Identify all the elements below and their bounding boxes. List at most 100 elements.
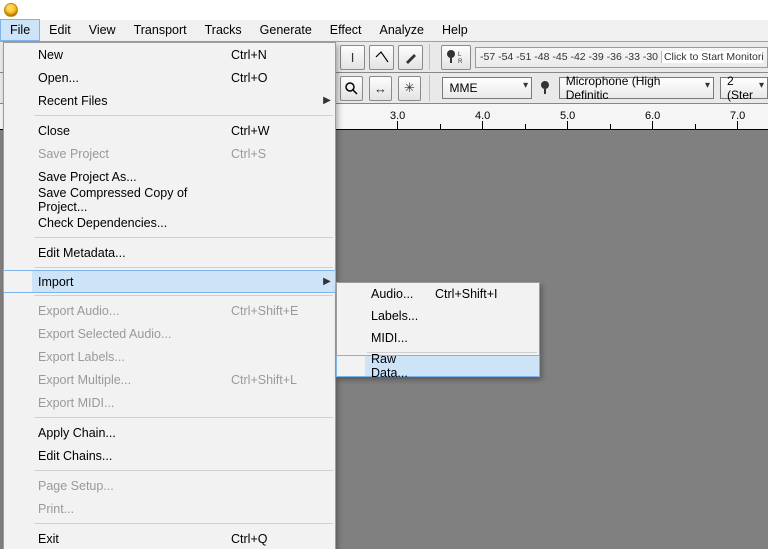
menu-gutter <box>337 305 365 327</box>
menu-tracks[interactable]: Tracks <box>196 20 251 41</box>
import-submenu-item-audio[interactable]: Audio...Ctrl+Shift+I <box>337 283 539 305</box>
file-menu-item-check-dependencies[interactable]: Check Dependencies... <box>4 211 335 234</box>
separator <box>429 75 435 101</box>
menu-edit[interactable]: Edit <box>40 20 80 41</box>
menu-item-label: New <box>32 48 231 62</box>
menu-gutter <box>337 356 365 376</box>
menu-item-label: Save Project <box>32 147 231 161</box>
separator <box>429 44 435 70</box>
file-menu-item-export-labels: Export Labels... <box>4 345 335 368</box>
file-menu-item-export-selected-audio: Export Selected Audio... <box>4 322 335 345</box>
menu-item-shortcut: Ctrl+Q <box>231 532 319 546</box>
menu-gutter <box>4 444 32 467</box>
input-device-select[interactable]: Microphone (High Definitic <box>559 77 714 99</box>
menu-gutter <box>4 322 32 345</box>
file-menu-item-page-setup: Page Setup... <box>4 474 335 497</box>
svg-text:R: R <box>458 59 463 65</box>
menu-gutter <box>4 474 32 497</box>
import-submenu-item-midi[interactable]: MIDI... <box>337 327 539 349</box>
menu-generate[interactable]: Generate <box>251 20 321 41</box>
file-menu-item-export-audio: Export Audio...Ctrl+Shift+E <box>4 299 335 322</box>
file-menu-item-close[interactable]: CloseCtrl+W <box>4 119 335 142</box>
titlebar <box>0 0 768 20</box>
envelope-icon <box>375 50 389 64</box>
menu-analyze[interactable]: Analyze <box>371 20 433 41</box>
menu-item-label: Open... <box>32 71 231 85</box>
menu-gutter <box>4 211 32 234</box>
menu-gutter <box>4 89 32 112</box>
menu-item-label: Print... <box>32 502 231 516</box>
file-menu-item-recent-files[interactable]: Recent Files▶ <box>4 89 335 112</box>
file-menu-item-exit[interactable]: ExitCtrl+Q <box>4 527 335 549</box>
menu-gutter <box>337 283 365 305</box>
import-submenu-item-raw-data[interactable]: Raw Data... <box>336 355 540 377</box>
menu-item-label: Audio... <box>365 287 435 301</box>
menu-item-label: Export Multiple... <box>32 373 231 387</box>
menu-view[interactable]: View <box>80 20 125 41</box>
magnifier-icon <box>344 81 358 95</box>
menu-item-label: Save Compressed Copy of Project... <box>32 186 231 214</box>
audio-host-select[interactable]: MME <box>442 77 532 99</box>
tool-multi[interactable]: ✳ <box>398 76 421 101</box>
file-menu-item-print: Print... <box>4 497 335 520</box>
menu-gutter <box>4 497 32 520</box>
menu-gutter <box>4 165 32 188</box>
menu-transport[interactable]: Transport <box>125 20 196 41</box>
menu-gutter <box>4 345 32 368</box>
svg-text:L: L <box>458 52 462 58</box>
microphone-icon <box>538 79 553 97</box>
menu-gutter <box>4 368 32 391</box>
tool-zoom[interactable] <box>340 76 363 101</box>
submenu-arrow-icon: ▶ <box>319 276 335 287</box>
menu-file[interactable]: File <box>0 19 40 41</box>
menu-item-label: Export MIDI... <box>32 396 231 410</box>
menu-item-shortcut: Ctrl+Shift+I <box>435 287 523 301</box>
menu-gutter <box>4 421 32 444</box>
menu-item-label: MIDI... <box>365 331 435 345</box>
menu-item-label: Page Setup... <box>32 479 231 493</box>
file-menu-separator <box>34 267 333 268</box>
file-menu-item-apply-chain[interactable]: Apply Chain... <box>4 421 335 444</box>
file-menu-item-export-midi: Export MIDI... <box>4 391 335 414</box>
file-menu-item-save-compressed-copy-of-project[interactable]: Save Compressed Copy of Project... <box>4 188 335 211</box>
menu-item-label: Exit <box>32 532 231 546</box>
file-menu-separator <box>34 417 333 418</box>
menu-effect[interactable]: Effect <box>321 20 371 41</box>
file-menu-item-open[interactable]: Open...Ctrl+O <box>4 66 335 89</box>
menu-gutter <box>4 299 32 322</box>
menu-item-label: Save Project As... <box>32 170 231 184</box>
menu-item-label: Edit Chains... <box>32 449 231 463</box>
menu-gutter <box>4 527 32 549</box>
file-menu-item-new[interactable]: NewCtrl+N <box>4 43 335 66</box>
menu-gutter <box>4 188 32 211</box>
mic-meter-button[interactable]: LR <box>441 45 471 70</box>
menu-item-shortcut: Ctrl+W <box>231 124 319 138</box>
menu-item-shortcut: Ctrl+N <box>231 48 319 62</box>
menu-item-label: Close <box>32 124 231 138</box>
file-menu-separator <box>34 523 333 524</box>
menu-item-label: Export Labels... <box>32 350 231 364</box>
file-menu-item-import[interactable]: Import ▶ <box>3 270 336 293</box>
file-menu-dropdown: NewCtrl+NOpen...Ctrl+ORecent Files▶Close… <box>3 42 336 549</box>
tool-draw[interactable] <box>398 45 423 70</box>
tool-envelope[interactable] <box>369 45 394 70</box>
meter-db-labels: -57 -54 -51 -48 -45 -42 -39 -36 -33 -30 … <box>480 51 763 63</box>
menu-item-label: Edit Metadata... <box>32 246 231 260</box>
tool-ibeam[interactable]: I <box>340 45 365 70</box>
record-meter[interactable]: -57 -54 -51 -48 -45 -42 -39 -36 -33 -30 … <box>475 47 768 68</box>
input-channels-select[interactable]: 2 (Ster <box>720 77 768 99</box>
menu-item-label: Check Dependencies... <box>32 216 231 230</box>
tool-timeshift[interactable]: ↔ <box>369 76 392 101</box>
file-menu-item-edit-chains[interactable]: Edit Chains... <box>4 444 335 467</box>
app-icon <box>4 3 18 17</box>
file-menu-item-edit-metadata[interactable]: Edit Metadata... <box>4 241 335 264</box>
menu-gutter <box>4 142 32 165</box>
import-submenu-item-labels[interactable]: Labels... <box>337 305 539 327</box>
menu-gutter <box>4 66 32 89</box>
menu-item-label: Import <box>32 275 231 289</box>
file-menu-separator <box>34 295 333 296</box>
pencil-icon <box>404 50 418 64</box>
menu-gutter <box>4 43 32 66</box>
file-menu-separator <box>34 237 333 238</box>
menu-help[interactable]: Help <box>433 20 477 41</box>
